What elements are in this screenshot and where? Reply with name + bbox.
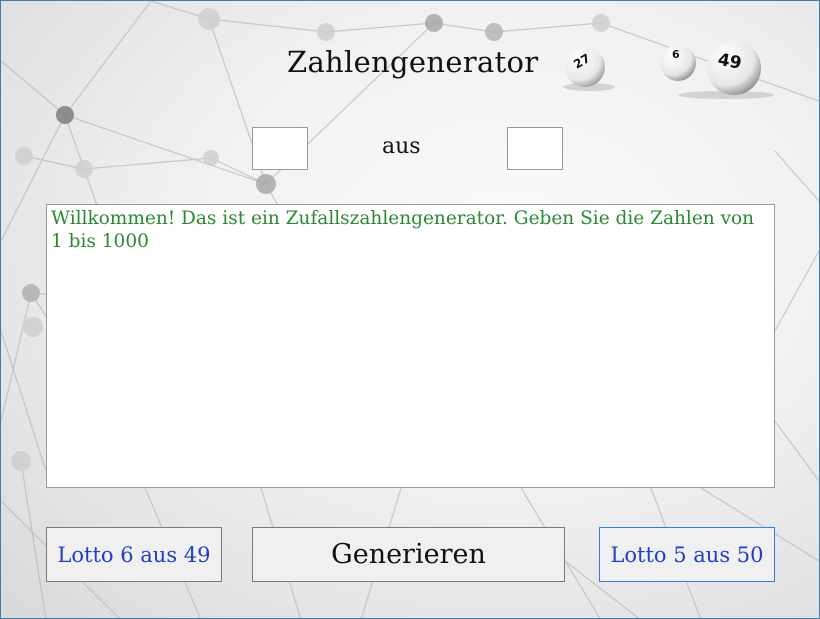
generate-button[interactable]: Generieren (252, 527, 565, 582)
separator-label: aus (382, 134, 421, 159)
max-input[interactable] (507, 127, 563, 170)
lotto-5-aus-50-button[interactable]: Lotto 5 aus 50 (599, 527, 775, 582)
page-title: Zahlengenerator (287, 45, 539, 79)
lottery-balls-icon: 6 49 (660, 41, 774, 99)
app-window: Zahlengenerator 27 6 49 aus Willkommen! … (0, 0, 820, 619)
lotto-6-aus-49-button[interactable]: Lotto 6 aus 49 (46, 527, 222, 582)
output-textarea[interactable]: Willkommen! Das ist ein Zufallszahlengen… (46, 204, 775, 488)
ball-number: 49 (716, 50, 743, 74)
lottery-ball-icon: 27 (563, 47, 615, 91)
count-input[interactable] (252, 127, 308, 170)
ball-number: 6 (672, 48, 680, 61)
